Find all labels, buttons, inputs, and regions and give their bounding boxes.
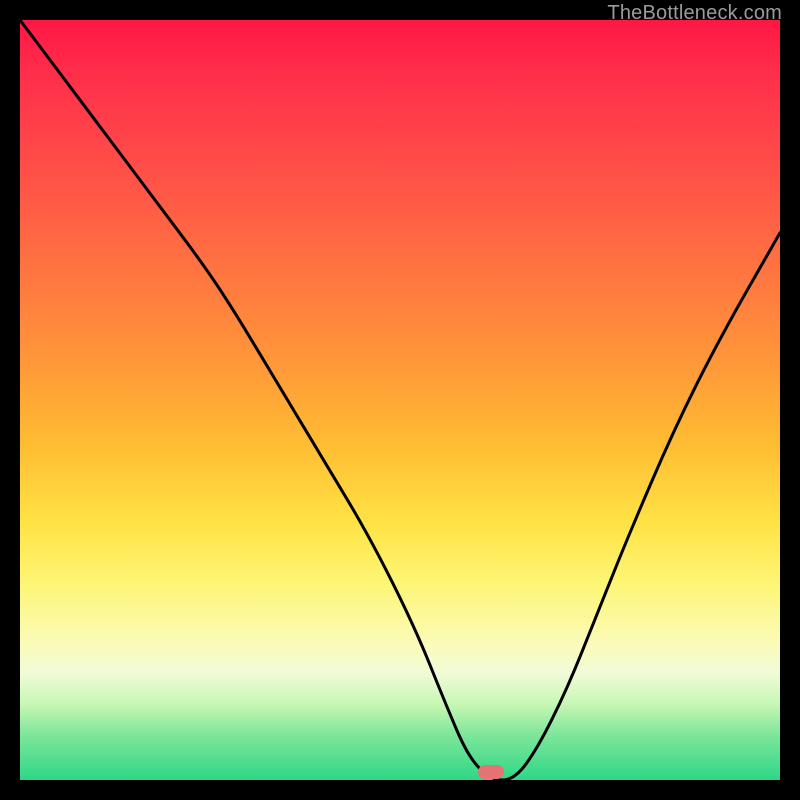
optimal-marker xyxy=(478,765,504,779)
bottleneck-curve xyxy=(20,20,780,780)
plot-area xyxy=(20,20,780,780)
chart-frame: TheBottleneck.com xyxy=(0,0,800,800)
